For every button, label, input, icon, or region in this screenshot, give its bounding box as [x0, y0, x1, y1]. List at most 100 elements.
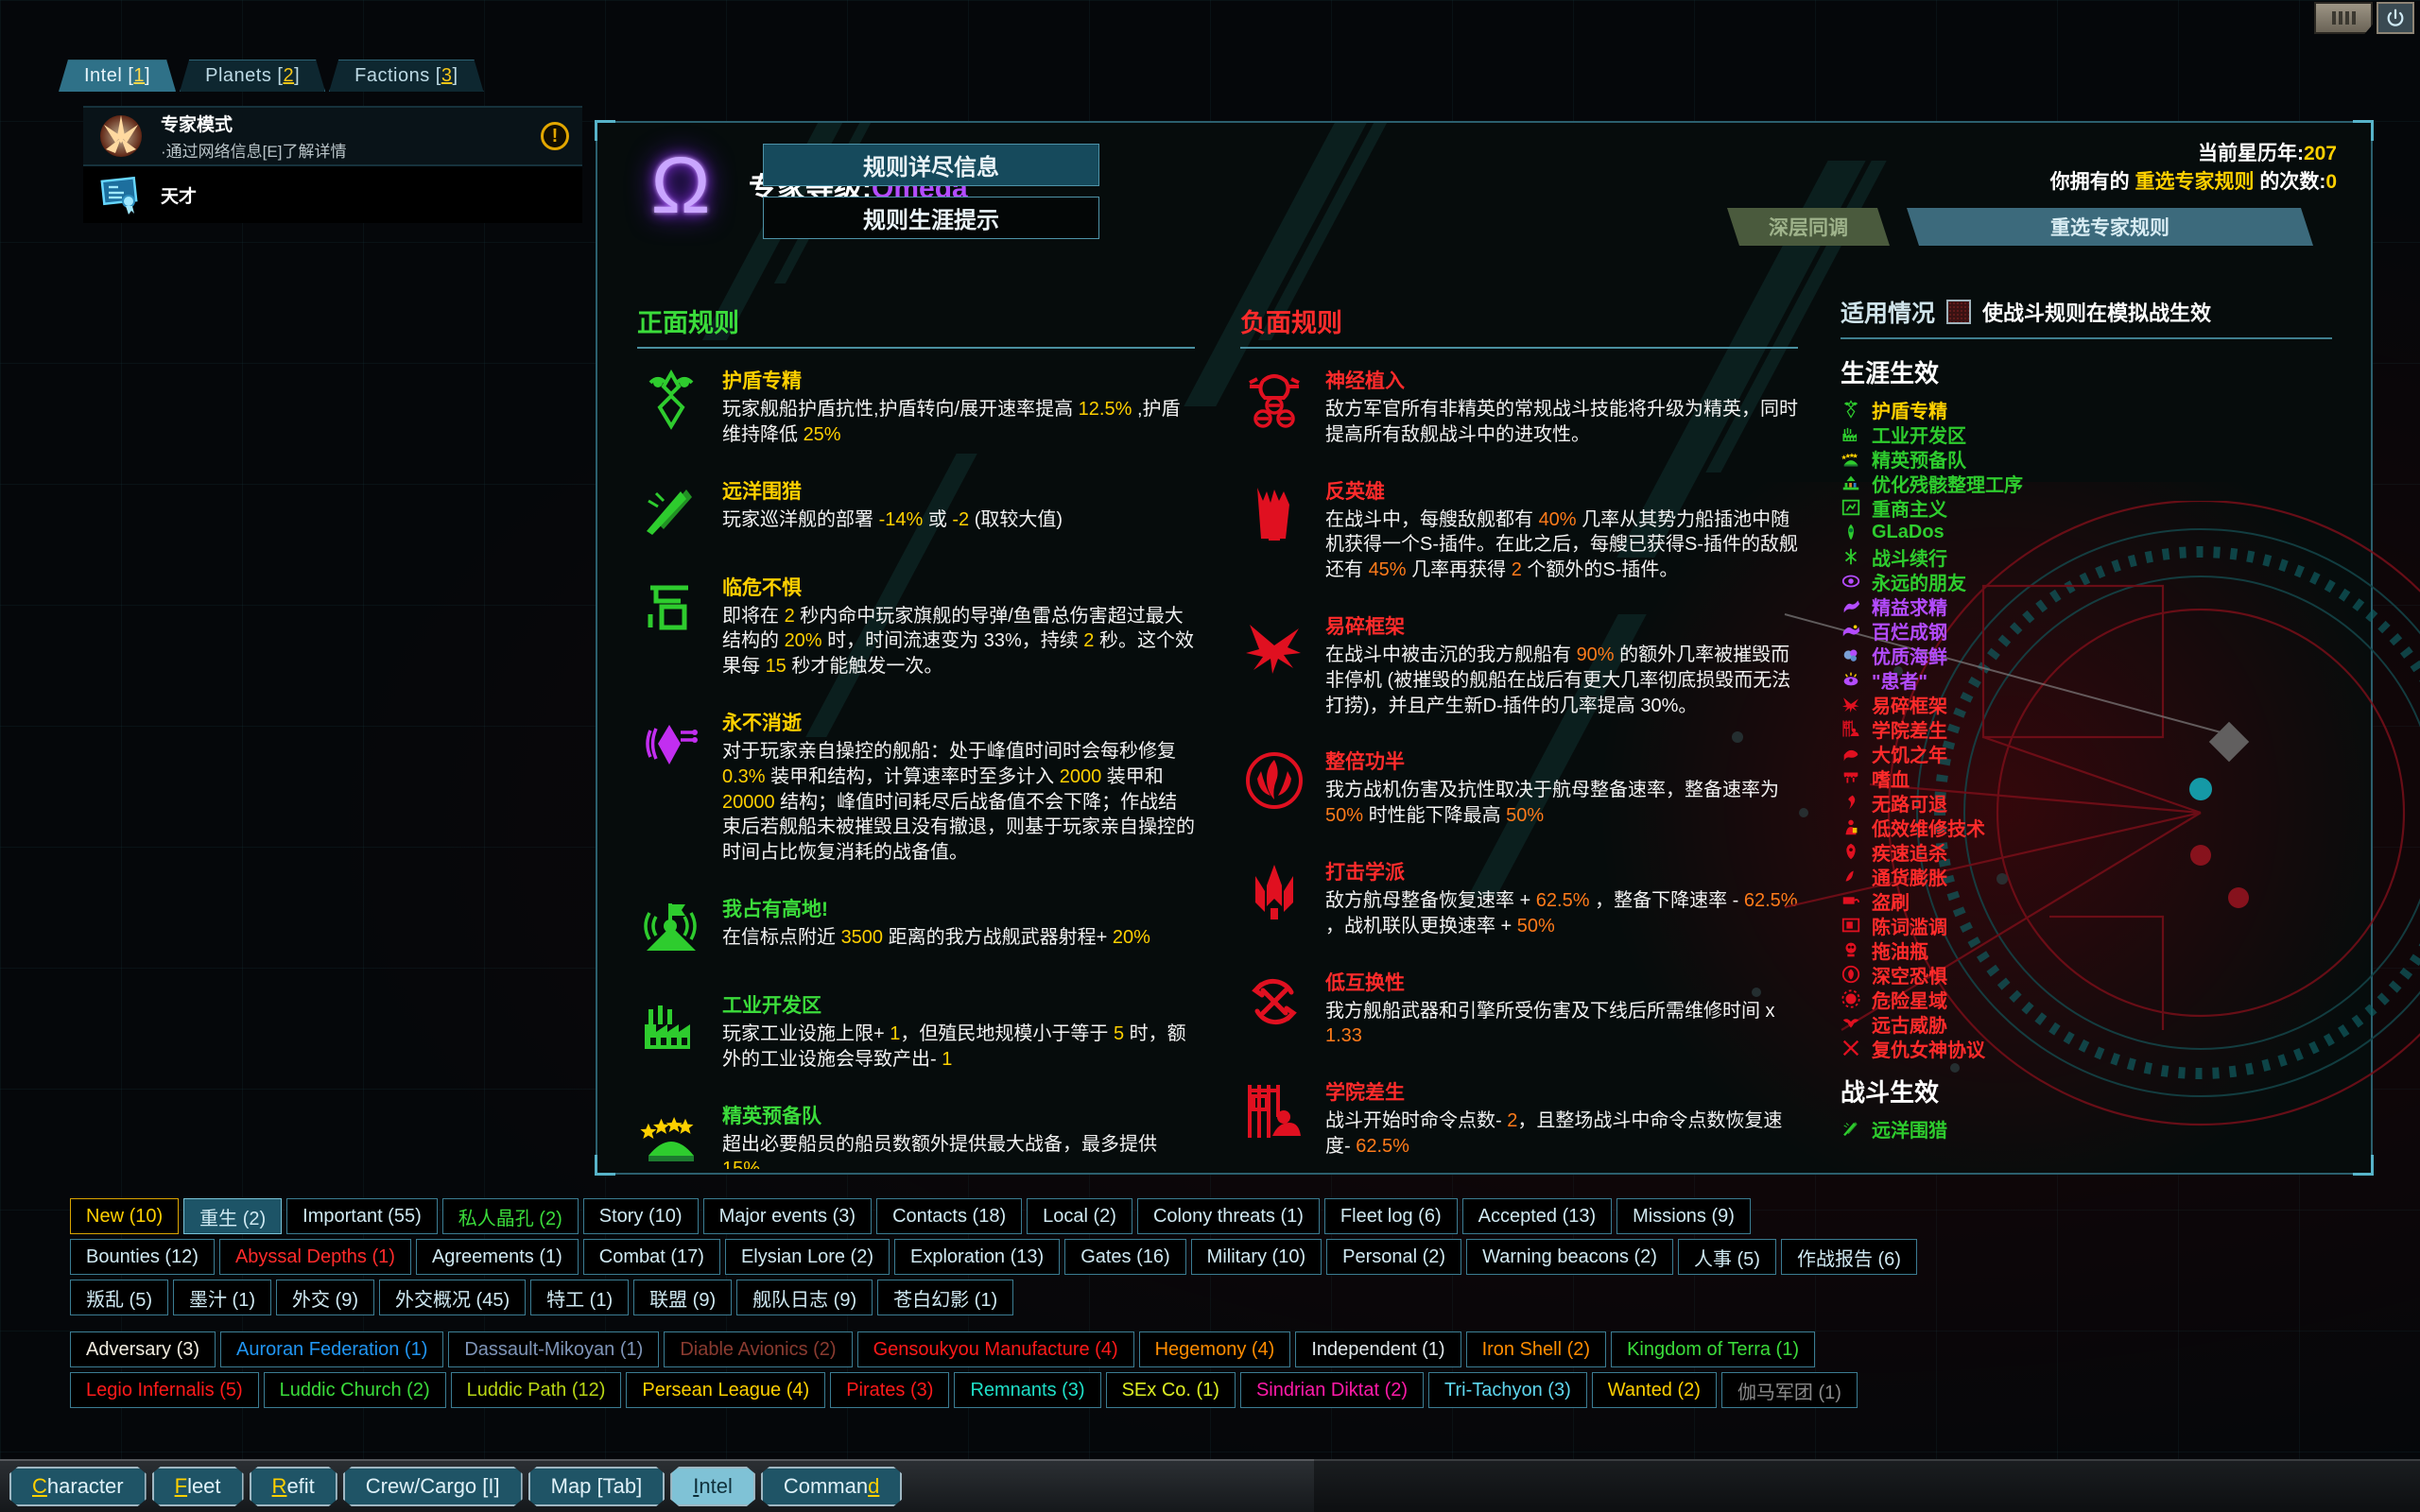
tab-intel[interactable]: Intel [1]: [59, 60, 176, 92]
deep-sync-button[interactable]: 深层同调: [1727, 208, 1890, 246]
filter-chip[interactable]: Diable Avionics (2): [664, 1332, 853, 1367]
intel-list-item[interactable]: 专家模式 ·通过网络信息[E]了解详情!: [83, 106, 582, 164]
filter-chip[interactable]: Auroran Federation (1): [220, 1332, 444, 1367]
filter-chip[interactable]: Accepted (13): [1461, 1198, 1613, 1234]
filter-chip[interactable]: Local (2): [1027, 1198, 1132, 1234]
effect-item[interactable]: 精英预备队: [1841, 446, 2332, 472]
filter-chip[interactable]: Persean League (4): [626, 1372, 826, 1408]
tab-factions[interactable]: Factions [3]: [329, 60, 483, 92]
effect-item[interactable]: 盗刷: [1841, 888, 2332, 914]
effect-item[interactable]: 嗜血: [1841, 765, 2332, 791]
filter-chip[interactable]: Wanted (2): [1591, 1372, 1717, 1408]
rule-entry[interactable]: 反英雄 在战斗中，每艘敌舰都有 40% 几率从其势力船插池中随机获得一个S-插件。…: [1240, 476, 1798, 583]
filter-chip[interactable]: Missions (9): [1616, 1198, 1751, 1234]
filter-chip[interactable]: Colony threats (1): [1136, 1198, 1320, 1234]
rule-entry[interactable]: 学院差生 战斗开始时命令点数- 2，且整场战斗中命令点数恢复速度- 62.5%: [1240, 1077, 1798, 1160]
effect-item[interactable]: 低效维修技术: [1841, 815, 2332, 840]
rule-entry[interactable]: 整倍功半 我方战机伤害及抗性取决于航母整备速率，整备速率为 50% 时性能下降最高…: [1240, 747, 1798, 829]
filter-chip[interactable]: 私人晶孔 (2): [441, 1198, 579, 1234]
effect-item[interactable]: 无路可退: [1841, 790, 2332, 816]
positive-rules-list[interactable]: 护盾专精 玩家舰船护盾抗性,护盾转向/展开速率提高 12.5% ,护盾维持降低 2…: [637, 366, 1195, 1169]
effect-item[interactable]: 复仇女神协议: [1841, 1036, 2332, 1061]
effect-item[interactable]: 学院差生: [1841, 716, 2332, 742]
filter-chip[interactable]: Dassault-Mikoyan (1): [448, 1332, 660, 1367]
effect-item[interactable]: 精益求精: [1841, 593, 2332, 619]
filter-chip[interactable]: 叛乱 (5): [70, 1280, 168, 1315]
filter-chip[interactable]: Remnants (3): [954, 1372, 1101, 1408]
tab-planets[interactable]: Planets [2]: [180, 60, 325, 92]
intel-list-item[interactable]: 天才: [83, 164, 582, 223]
effect-item[interactable]: 战斗续行: [1841, 544, 2332, 570]
nav-command[interactable]: Comman d: [761, 1467, 903, 1506]
filter-chip[interactable]: Military (10): [1190, 1239, 1322, 1275]
effect-item[interactable]: 永远的朋友: [1841, 569, 2332, 594]
filter-chip[interactable]: Major events (3): [702, 1198, 873, 1234]
filter-chip[interactable]: Hegemony (4): [1138, 1332, 1291, 1367]
filter-chip[interactable]: Combat (17): [582, 1239, 720, 1275]
effect-item[interactable]: 远洋围猎: [1841, 1116, 2332, 1142]
filter-chip[interactable]: 舰队日志 (9): [736, 1280, 873, 1315]
filter-chip[interactable]: Gensoukyou Manufacture (4): [856, 1332, 1134, 1367]
filter-chip[interactable]: 墨汁 (1): [173, 1280, 271, 1315]
rule-entry[interactable]: 我占有高地! 在信标点附近 3500 距离的我方战舰武器射程+ 20%: [637, 894, 1195, 962]
filter-chip[interactable]: 特工 (1): [530, 1280, 630, 1315]
filter-chip[interactable]: 联盟 (9): [633, 1280, 733, 1315]
filter-chip[interactable]: Story (10): [582, 1198, 699, 1234]
rule-entry[interactable]: 远洋围猎 玩家巡洋舰的部署 -14% 或 -2 (取较大值): [637, 476, 1195, 544]
negative-rules-list[interactable]: 神经植入 敌方军官所有非精英的常规战斗技能将升级为精英，同时提高所有敌舰战斗中的进…: [1240, 366, 1798, 1169]
filter-chip[interactable]: Sindrian Diktat (2): [1239, 1372, 1425, 1408]
filter-chip[interactable]: Elysian Lore (2): [724, 1239, 890, 1275]
rule-entry[interactable]: 工业开发区 玩家工业设施上限+ 1，但殖民地规模小于等于 5 时，额外的工业设施会…: [637, 990, 1195, 1073]
filter-chip[interactable]: Legio Infernalis (5): [70, 1372, 259, 1408]
filter-chip[interactable]: 外交概况 (45): [379, 1280, 527, 1315]
rule-entry[interactable]: 神经植入 敌方军官所有非精英的常规战斗技能将升级为精英，同时提高所有敌舰战斗中的进…: [1240, 366, 1798, 448]
power-icon[interactable]: [2377, 2, 2414, 34]
rule-entry[interactable]: 永不消逝 对于玩家亲自操控的舰船：处于峰值时间时会每秒修复 0.3% 装甲和结构，…: [637, 708, 1195, 866]
filter-chip[interactable]: Abyssal Depths (1): [218, 1239, 411, 1275]
effect-item[interactable]: 拖油瓶: [1841, 937, 2332, 963]
checkbox-unchecked-icon[interactable]: [1946, 300, 1972, 324]
filter-chip[interactable]: Personal (2): [1326, 1239, 1462, 1275]
effect-item[interactable]: 远古威胁: [1841, 1011, 2332, 1037]
filter-chip[interactable]: Bounties (12): [70, 1239, 215, 1275]
filter-chip[interactable]: Adversary (3): [70, 1332, 216, 1367]
filter-chip[interactable]: 苍白幻影 (1): [877, 1280, 1014, 1315]
nav-refit[interactable]: Refit: [250, 1467, 337, 1506]
filter-chip[interactable]: New (10): [70, 1198, 180, 1234]
nav-character[interactable]: Character: [9, 1467, 147, 1506]
rule-entry[interactable]: 低互换性 我方舰船武器和引擎所受伤害及下线后所需维修时间 x 1.33: [1240, 968, 1798, 1050]
rule-entry[interactable]: 打击学派 敌方航母整备恢复速率 + 62.5% ，整备下降速率 - 62.5% ，…: [1240, 857, 1798, 939]
effect-item[interactable]: 工业开发区: [1841, 421, 2332, 447]
filter-chip[interactable]: Kingdom of Terra (1): [1611, 1332, 1815, 1367]
filter-chip[interactable]: Fleet log (6): [1323, 1198, 1458, 1234]
filter-chip[interactable]: Exploration (13): [894, 1239, 1061, 1275]
filter-chip[interactable]: Tri-Tachyon (3): [1428, 1372, 1587, 1408]
effect-item[interactable]: 通货膨胀: [1841, 864, 2332, 889]
filter-chip[interactable]: Warning beacons (2): [1466, 1239, 1673, 1275]
filter-chip[interactable]: 人事 (5): [1677, 1239, 1776, 1275]
effect-item[interactable]: 重商主义: [1841, 495, 2332, 521]
effect-item[interactable]: "患者": [1841, 667, 2332, 693]
rule-career-hint-button[interactable]: 规则生涯提示: [763, 197, 1099, 239]
filter-chip[interactable]: Pirates (3): [830, 1372, 950, 1408]
effect-item[interactable]: 陈词滥调: [1841, 913, 2332, 938]
reroll-expert-rules-button[interactable]: 重选专家规则: [1907, 208, 2313, 246]
nav-map-tab[interactable]: Map [Tab]: [528, 1467, 666, 1506]
filter-chip[interactable]: Agreements (1): [415, 1239, 579, 1275]
filter-chip[interactable]: 重生 (2): [183, 1198, 283, 1234]
filter-chip[interactable]: SEx Co. (1): [1105, 1372, 1236, 1408]
effect-item[interactable]: 大饥之年: [1841, 741, 2332, 766]
filter-chip[interactable]: Important (55): [286, 1198, 438, 1234]
rule-detail-button[interactable]: 规则详尽信息: [763, 144, 1099, 186]
window-bars-icon[interactable]: [2314, 2, 2373, 34]
rule-entry[interactable]: 临危不惧 即将在 2 秒内命中玩家旗舰的导弹/鱼雷总伤害超过最大结构的 20% 时…: [637, 573, 1195, 679]
filter-chip[interactable]: Luddic Path (12): [450, 1372, 622, 1408]
effect-item[interactable]: 优质海鲜: [1841, 643, 2332, 668]
effect-item[interactable]: 优化残骸整理工序: [1841, 471, 2332, 496]
filter-chip[interactable]: 作战报告 (6): [1780, 1239, 1917, 1275]
filter-chip[interactable]: 伽马军团 (1): [1720, 1372, 1858, 1408]
effect-item[interactable]: 疾速追杀: [1841, 839, 2332, 865]
nav-fleet[interactable]: Fleet: [152, 1467, 244, 1506]
nav-intel[interactable]: Intel: [670, 1467, 755, 1506]
filter-chip[interactable]: Luddic Church (2): [263, 1372, 446, 1408]
